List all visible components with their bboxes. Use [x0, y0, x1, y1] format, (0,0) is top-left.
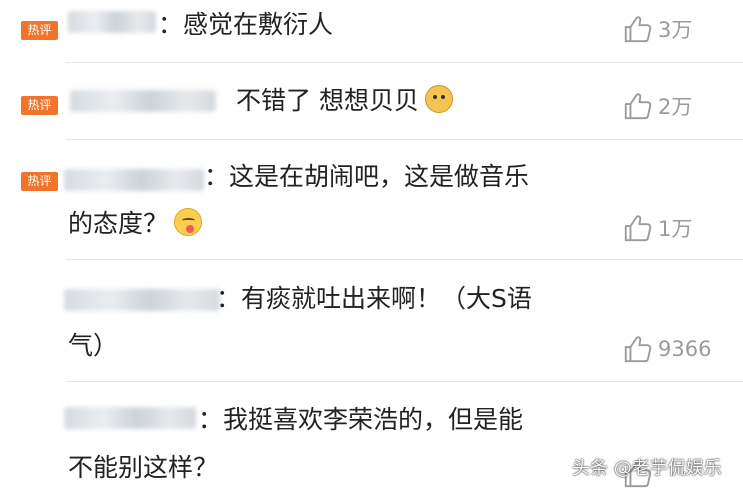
thumbs-up-icon: [624, 16, 652, 43]
hot-comment-badge: 热评: [21, 96, 58, 115]
comment-text-line-2: 的态度？: [68, 202, 203, 246]
like-button[interactable]: 9366: [622, 333, 711, 365]
like-count: 3万: [658, 18, 693, 42]
divider: [66, 62, 743, 63]
blurred-username[interactable]: [64, 289, 220, 311]
watermark: 头条 @老芋侃娱乐: [572, 458, 722, 479]
comment-text-line-2: 气）: [68, 331, 119, 360]
like-count: 1万: [658, 217, 693, 241]
doge-emoji: [424, 85, 453, 113]
like-button[interactable]: 2万: [622, 90, 692, 122]
comment-text-line-2: 不能别这样？: [68, 453, 219, 482]
blurred-username[interactable]: [64, 407, 196, 429]
hot-comment-badge: 热评: [21, 21, 58, 40]
hot-comment-badge: 热评: [21, 172, 58, 191]
blurred-username[interactable]: [70, 90, 216, 112]
comment-text: 不错了 想想贝贝: [236, 79, 453, 123]
comment-text: ：感觉在敷衍人: [158, 10, 334, 39]
like-button[interactable]: 3万: [622, 13, 692, 45]
like-button[interactable]: 1万: [622, 212, 692, 244]
yum-emoji: [174, 208, 203, 236]
like-count: 2万: [658, 95, 693, 119]
comment-text-line-1: ：有痰就吐出来啊！（大S语: [216, 284, 532, 313]
thumbs-up-icon: [624, 336, 652, 363]
comment-text-line-1: ：我挺喜欢李荣浩的，但是能: [198, 405, 524, 434]
blurred-username[interactable]: [68, 11, 156, 33]
comment-text-line-1: ：这是在胡闹吧，这是做音乐: [204, 162, 530, 191]
divider: [66, 381, 743, 382]
divider: [66, 139, 743, 140]
divider: [66, 259, 743, 260]
thumbs-up-icon: [624, 215, 652, 242]
thumbs-up-icon: [624, 93, 652, 120]
blurred-username[interactable]: [64, 169, 204, 191]
like-count: 9366: [658, 337, 712, 361]
